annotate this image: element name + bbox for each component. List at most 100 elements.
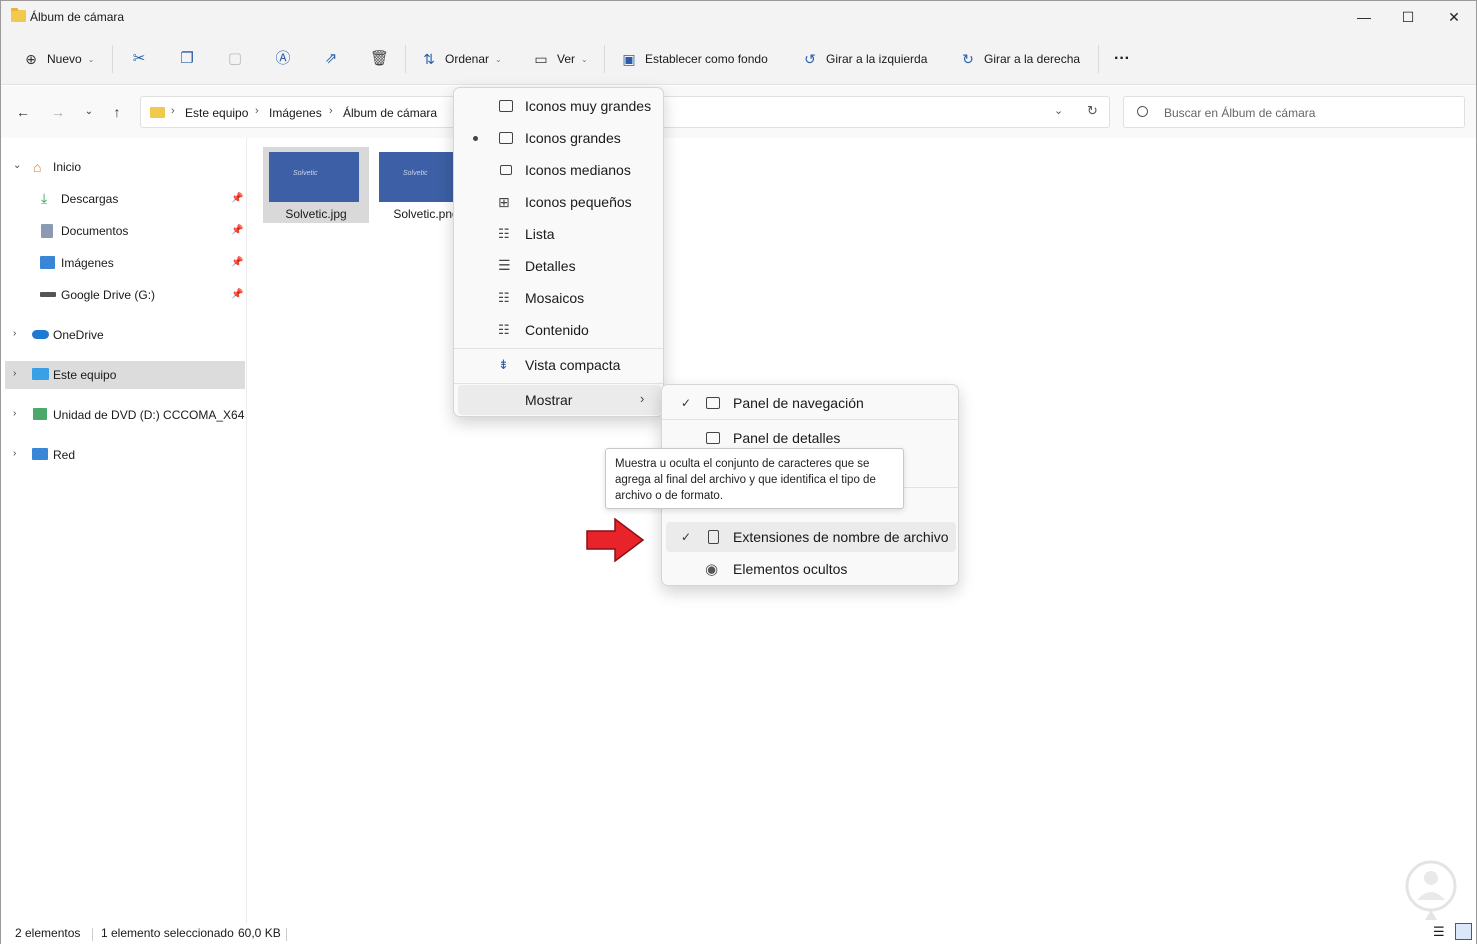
menu-item-label: Mostrar: [525, 392, 573, 408]
menu-item-navigation-pane[interactable]: ✓ Panel de navegación: [666, 388, 956, 418]
set-background-button[interactable]: ▣ Establecer como fondo: [621, 47, 768, 71]
menu-item-label: Iconos medianos: [525, 162, 631, 178]
rotate-left-label: Girar a la izquierda: [826, 52, 928, 66]
watermark-text: Solvetic: [403, 170, 428, 177]
menu-item-show[interactable]: Mostrar ›: [458, 385, 661, 415]
menu-item-details[interactable]: ☰ Detalles: [458, 251, 661, 281]
red-arrow-annotation: [586, 517, 645, 563]
menu-item-small-icons[interactable]: ⊞ Iconos pequeños: [458, 187, 661, 217]
menu-item-large-icons[interactable]: Iconos grandes: [458, 123, 661, 153]
sidebar-item-google-drive[interactable]: Google Drive (G:) 📌: [5, 281, 245, 309]
menu-item-list[interactable]: ☷ Lista: [458, 219, 661, 249]
sidebar-item-este-equipo[interactable]: › Este equipo: [5, 361, 245, 389]
refresh-icon[interactable]: ↻: [1087, 103, 1098, 119]
sidebar-item-descargas[interactable]: ⤓ Descargas 📌: [5, 185, 245, 213]
chevron-right-icon[interactable]: ›: [13, 448, 16, 459]
sidebar-item-documentos[interactable]: Documentos 📌: [5, 217, 245, 245]
sidebar-item-onedrive[interactable]: › OneDrive: [5, 321, 245, 349]
share-icon[interactable]: ⇗: [322, 50, 340, 68]
menu-item-extra-large-icons[interactable]: Iconos muy grandes: [458, 91, 661, 121]
search-box[interactable]: Buscar en Álbum de cámara: [1123, 96, 1465, 128]
cloud-icon: [32, 330, 49, 339]
minimize-button[interactable]: —: [1341, 1, 1387, 33]
up-arrow-icon[interactable]: ↑: [109, 104, 125, 120]
chevron-right-icon[interactable]: ›: [13, 368, 16, 379]
sort-button[interactable]: ⇅ Ordenar ⌄: [421, 47, 502, 71]
command-bar: ⊕ Nuevo ⌄ ✂ ❐ ▢ Ⓐ ⇗ 🗑 ⇅ Ordenar ⌄ ▭ Ver …: [1, 33, 1476, 85]
checkmark-icon: ✓: [681, 530, 692, 544]
sidebar-item-imagenes[interactable]: Imágenes 📌: [5, 249, 245, 277]
new-label: Nuevo: [47, 52, 82, 66]
breadcrumb-album[interactable]: Álbum de cámara: [343, 106, 437, 120]
menu-item-label: Elementos ocultos: [733, 561, 848, 577]
download-icon: ⤓: [41, 190, 48, 206]
copy-icon[interactable]: ❐: [178, 50, 196, 68]
menu-item-label: Mosaicos: [525, 290, 585, 306]
rename-icon[interactable]: Ⓐ: [274, 50, 292, 68]
menu-item-label: Detalles: [525, 258, 576, 274]
pin-icon[interactable]: 📌: [231, 193, 243, 204]
rotate-right-button[interactable]: ↻ Girar a la derecha: [960, 47, 1080, 71]
rotate-left-button[interactable]: ↺ Girar a la izquierda: [802, 47, 927, 71]
sidebar-item-label: Descargas: [61, 192, 119, 206]
menu-item-label: Panel de detalles: [733, 430, 841, 446]
address-dropdown-icon[interactable]: ⌄: [1054, 104, 1063, 117]
network-icon: [32, 448, 48, 460]
back-arrow-icon[interactable]: ←: [15, 104, 31, 120]
more-options-button[interactable]: ···: [1114, 47, 1130, 71]
cut-icon[interactable]: ✂: [130, 50, 148, 68]
chevron-right-icon[interactable]: ›: [13, 328, 16, 339]
chevron-down-icon[interactable]: ⌄: [13, 160, 21, 171]
pane-icon: [706, 397, 720, 409]
menu-item-tiles[interactable]: ☷ Mosaicos: [458, 283, 661, 313]
breadcrumb-chevron-icon: ›: [171, 105, 175, 117]
menu-item-hidden-items[interactable]: ◉ Elementos ocultos: [666, 554, 956, 584]
sidebar-item-dvd[interactable]: › Unidad de DVD (D:) CCCOMA_X64FR: [5, 401, 245, 429]
close-button[interactable]: ✕: [1431, 1, 1477, 33]
selected-bullet-icon: [473, 136, 478, 141]
menu-divider: [454, 348, 663, 349]
paste-icon[interactable]: ▢: [226, 50, 244, 68]
menu-item-compact-view[interactable]: ⇟ Vista compacta: [458, 350, 661, 380]
pin-icon[interactable]: 📌: [231, 225, 243, 236]
sidebar-item-inicio[interactable]: ⌄ ⌂ Inicio: [5, 153, 245, 181]
document-icon: [41, 224, 53, 238]
folder-icon: [11, 8, 26, 22]
delete-icon[interactable]: 🗑: [370, 50, 389, 68]
breadcrumb-este-equipo[interactable]: Este equipo: [185, 106, 248, 120]
sidebar-item-red[interactable]: › Red: [5, 441, 245, 469]
toolbar-divider: [405, 45, 406, 73]
chevron-down-icon: ⌄: [87, 54, 95, 64]
chevron-right-icon[interactable]: ›: [13, 408, 16, 419]
item-count: 2 elementos: [15, 926, 81, 940]
view-label: Ver: [557, 52, 576, 66]
set-background-label: Establecer como fondo: [645, 52, 768, 66]
menu-item-label: Vista compacta: [525, 357, 621, 373]
menu-divider: [454, 383, 663, 384]
navigation-pane: ⌄ ⌂ Inicio ⤓ Descargas 📌 Documentos 📌 Im…: [1, 138, 247, 923]
menu-item-label: Iconos pequeños: [525, 194, 632, 210]
forward-arrow-icon[interactable]: →: [50, 104, 66, 120]
details-view-icon[interactable]: ☰: [1433, 924, 1445, 940]
new-button[interactable]: ⊕ Nuevo ⌄: [23, 47, 94, 71]
menu-item-content[interactable]: ☷ Contenido: [458, 315, 661, 345]
sidebar-item-label: Este equipo: [53, 368, 117, 382]
breadcrumb-chevron-icon: ›: [255, 105, 259, 117]
pin-icon[interactable]: 📌: [231, 289, 243, 300]
breadcrumb-imagenes[interactable]: Imágenes: [269, 106, 322, 120]
search-icon: [1137, 106, 1148, 117]
monitor-icon: [500, 165, 512, 175]
file-item[interactable]: Solvetic Solvetic.jpg: [263, 147, 369, 223]
view-button[interactable]: ▭ Ver ⌄: [533, 47, 587, 71]
pictures-icon: [40, 256, 55, 269]
pin-icon[interactable]: 📌: [231, 257, 243, 268]
dvd-icon: [33, 408, 47, 420]
menu-item-medium-icons[interactable]: Iconos medianos: [458, 155, 661, 185]
maximize-button[interactable]: ☐: [1385, 1, 1431, 33]
sidebar-item-label: Inicio: [53, 160, 82, 174]
menu-item-file-extensions[interactable]: ✓ Extensiones de nombre de archivo: [666, 522, 956, 552]
large-icons-view-icon[interactable]: [1455, 923, 1472, 940]
computer-icon: [32, 368, 49, 380]
recent-chevron-icon[interactable]: ⌄: [81, 104, 97, 120]
pane-icon: [706, 432, 720, 444]
